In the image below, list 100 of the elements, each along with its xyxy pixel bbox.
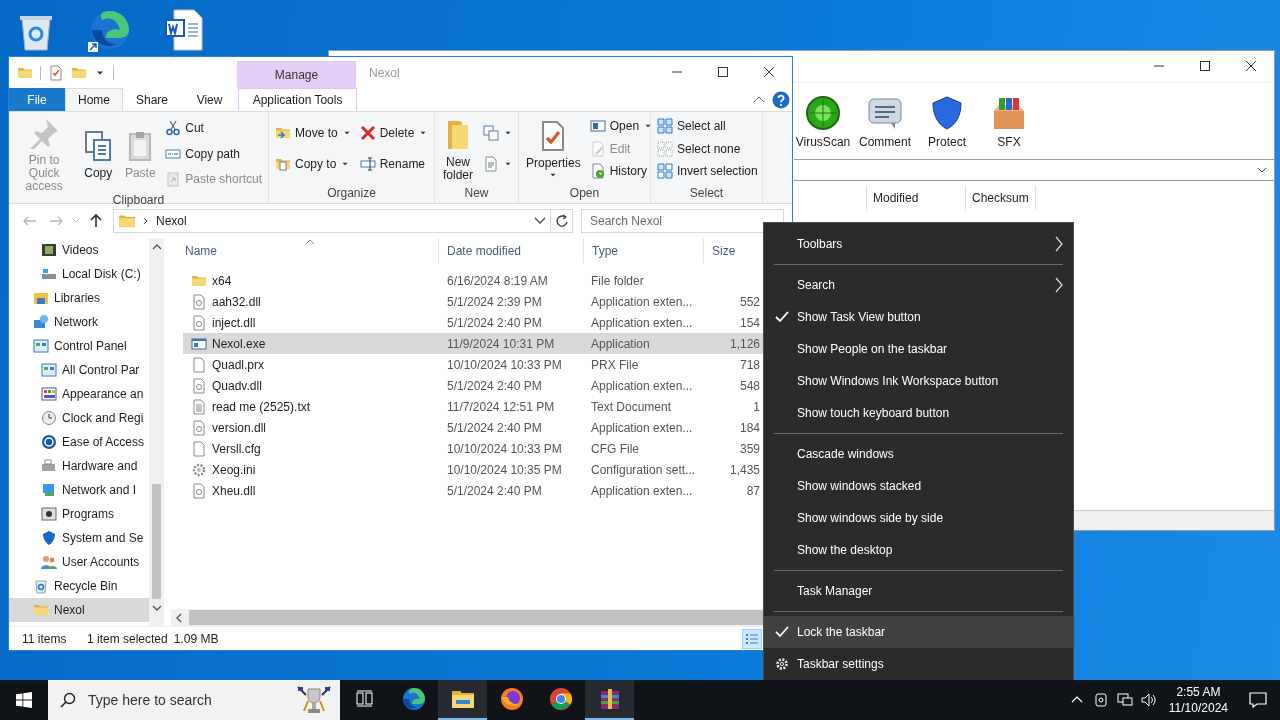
ribbon-button[interactable]: Invert selection (655, 160, 760, 183)
menu-item[interactable]: Show windows side by side (764, 502, 1073, 534)
size-cell: 87 (746, 483, 760, 498)
ribbon-tab[interactable]: Home (65, 88, 123, 111)
refresh-icon (554, 214, 569, 228)
toolbar-button[interactable]: Protect (919, 95, 975, 149)
ribbon-button[interactable]: Select all (655, 114, 760, 137)
ribbon-button[interactable]: Rename (357, 152, 431, 175)
browser-icon (499, 687, 524, 711)
ribbon-button[interactable]: Copy to (273, 152, 354, 175)
folder-icon (33, 602, 49, 618)
nav-item[interactable]: Programs (9, 502, 149, 526)
ribbon-tab[interactable]: View (181, 88, 239, 111)
film-icon (41, 242, 57, 258)
type-cell-text: Configuration sett... (590, 462, 697, 477)
nav-item[interactable]: Libraries (9, 286, 149, 310)
nav-item[interactable]: Recycle Bin (9, 574, 149, 598)
menu-item[interactable]: Task Manager (764, 575, 1073, 607)
clock-time[interactable]: 2:55 AM (1176, 684, 1221, 700)
details-view-icon (745, 631, 759, 646)
ribbon-button[interactable]: New folder (439, 115, 477, 182)
task-view-icon (355, 690, 374, 708)
nav-item[interactable]: All Control Par (9, 358, 149, 382)
taskbar-app[interactable] (438, 680, 487, 720)
menu-item[interactable]: Show touch keyboard button (764, 397, 1073, 429)
date-cell-text: 6/16/2024 8:19 AM (446, 273, 549, 288)
search-field[interactable]: Search Nexol (581, 209, 784, 233)
menu-item[interactable]: Taskbar settings (764, 648, 1073, 680)
address-field[interactable] (794, 159, 1274, 181)
column-header[interactable]: Type (584, 238, 704, 263)
column-header[interactable]: Checksum (966, 186, 1036, 210)
windows-logo-icon (16, 692, 32, 708)
nav-item[interactable]: Videos (9, 238, 149, 262)
menu-item[interactable]: Show Windows Ink Workspace button (764, 365, 1073, 397)
ribbon-button[interactable]: Properties (523, 117, 584, 180)
select-all-icon (657, 117, 673, 134)
scroll-up-icon (151, 243, 162, 251)
ribbon-tab[interactable]: Share (123, 88, 182, 111)
menu-item[interactable]: Show windows stacked (764, 470, 1073, 502)
nav-item[interactable]: Hardware and (9, 454, 149, 478)
ribbon-button[interactable]: Select none (655, 137, 760, 160)
date-cell-text: 11/9/2024 10:31 PM (446, 336, 556, 351)
menu-item[interactable]: Show the desktop (764, 534, 1073, 566)
back-arrow-icon (22, 214, 38, 228)
column-header[interactable]: Date modified (439, 238, 584, 263)
nav-item[interactable]: System and Se (9, 526, 149, 550)
scrollbar-thumb[interactable] (189, 610, 764, 625)
nav-item[interactable]: Clock and Regi (9, 406, 149, 430)
ribbon-button[interactable]: History (587, 160, 656, 183)
ribbon-button[interactable]: Open (587, 114, 656, 137)
toolbar-button[interactable]: SFX (981, 95, 1037, 149)
ribbon-button[interactable]: Copy path (163, 142, 264, 165)
ribbon-button[interactable]: Delete (357, 122, 431, 145)
toolbar-button[interactable]: VirusScan (795, 95, 851, 149)
ribbon-button[interactable]: Move to (273, 122, 354, 145)
clock-date[interactable]: 11/10/2024 (1168, 700, 1228, 716)
details-view-button[interactable] (742, 628, 762, 649)
menu-item[interactable]: Show Task View button (764, 301, 1073, 333)
column-header[interactable]: Name (177, 238, 439, 263)
select-none-icon (657, 140, 673, 157)
nav-item[interactable]: Control Panel (9, 334, 149, 358)
scrollbar[interactable] (149, 238, 164, 626)
nav-item[interactable]: User Accounts (9, 550, 149, 574)
nav-item[interactable]: Nexol (9, 598, 149, 622)
type-cell-text: Application exten... (590, 483, 694, 498)
group-label: Organize (326, 185, 377, 202)
address-field[interactable]: Nexol (113, 209, 551, 233)
type-cell-text: Application exten... (590, 315, 694, 330)
date-cell-text: 10/10/2024 10:33 PM (446, 357, 563, 372)
users-icon (41, 554, 57, 570)
scrollbar-thumb[interactable] (152, 484, 161, 599)
file-name: Versll.cfg (212, 441, 261, 456)
file-name: read me (2525).txt (212, 399, 311, 414)
column-header[interactable]: Modified (866, 186, 966, 210)
group-label: Open (568, 185, 601, 202)
trophy-icon (296, 685, 332, 715)
refresh-button[interactable] (551, 209, 573, 233)
ribbon-button[interactable]: Copy (79, 127, 118, 180)
ribbon-button[interactable]: Cut (163, 117, 264, 140)
speaker-icon (1140, 692, 1157, 708)
nav-item[interactable]: Appearance an (9, 382, 149, 406)
nav-item[interactable]: Network and I (9, 478, 149, 502)
appearance-icon (41, 386, 57, 402)
menu-item[interactable]: Lock the taskbar (764, 616, 1073, 648)
file-name: Xheu.dll (212, 483, 256, 498)
column-header[interactable]: Size (704, 238, 764, 263)
toolbar-button[interactable]: Comment (857, 95, 913, 149)
breadcrumb[interactable]: Nexol (156, 214, 187, 228)
menu-item[interactable]: Search (764, 269, 1073, 301)
nav-item[interactable]: Network (9, 310, 149, 334)
search-field[interactable]: Type here to search (86, 691, 286, 709)
drive-icon (41, 266, 57, 282)
nav-item[interactable]: Ease of Access (9, 430, 149, 454)
search-box[interactable]: Type here to search (48, 680, 340, 720)
file-menu-button[interactable]: File (9, 88, 65, 111)
properties-icon (48, 64, 64, 81)
menu-item[interactable]: Cascade windows (764, 438, 1073, 470)
taskbar-app[interactable] (585, 680, 634, 720)
nav-item[interactable]: Local Disk (C:) (9, 262, 149, 286)
file-name: Quadv.dll (212, 378, 262, 393)
